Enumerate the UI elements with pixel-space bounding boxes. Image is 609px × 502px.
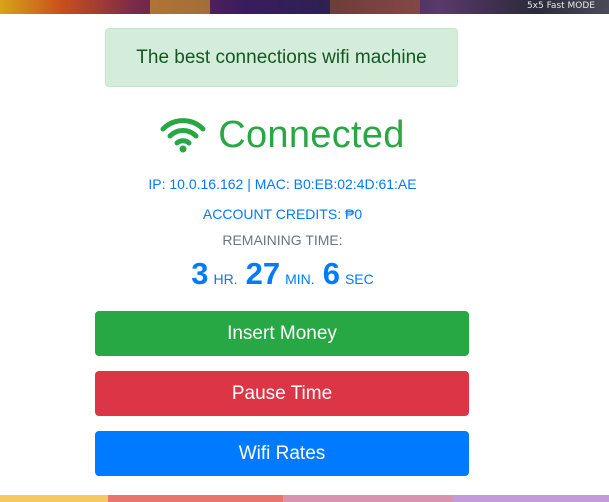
connection-status: Connected (0, 112, 565, 158)
wifi-rates-button[interactable]: Wifi Rates (95, 431, 469, 476)
hours-value: 3 (191, 256, 209, 291)
footer-segment (453, 495, 609, 502)
notice-alert: The best connections wifi machine (105, 28, 458, 87)
hours-unit: HR. (213, 271, 238, 287)
insert-money-button[interactable]: Insert Money (95, 311, 469, 356)
footer-color-bar (0, 495, 609, 502)
minutes-unit: MIN. (285, 271, 315, 287)
ip-mac-info: IP: 10.0.16.162 | MAC: B0:EB:02:4D:61:AE (148, 176, 417, 192)
banner-image: 5x5 Fast MODE (0, 0, 609, 14)
notice-text: The best connections wifi machine (136, 46, 427, 68)
page-edge (598, 14, 609, 494)
footer-segment (108, 495, 283, 502)
remaining-time-label: REMAINING TIME: (222, 232, 343, 248)
status-label: Connected (218, 113, 405, 156)
footer-segment (283, 495, 453, 502)
seconds-value: 6 (322, 256, 340, 291)
banner-caption: 5x5 Fast MODE (526, 1, 595, 11)
remaining-time-display: 3 HR. 27 MIN. 6 SEC (0, 256, 565, 292)
wifi-icon (160, 118, 206, 153)
portal-page: 5x5 Fast MODE The best connections wifi … (0, 0, 609, 502)
account-credits: ACCOUNT CREDITS: ₱0 (202, 206, 363, 222)
minutes-value: 27 (245, 256, 281, 291)
pause-time-button[interactable]: Pause Time (95, 371, 469, 416)
seconds-unit: SEC (344, 271, 374, 287)
footer-segment (0, 495, 108, 502)
